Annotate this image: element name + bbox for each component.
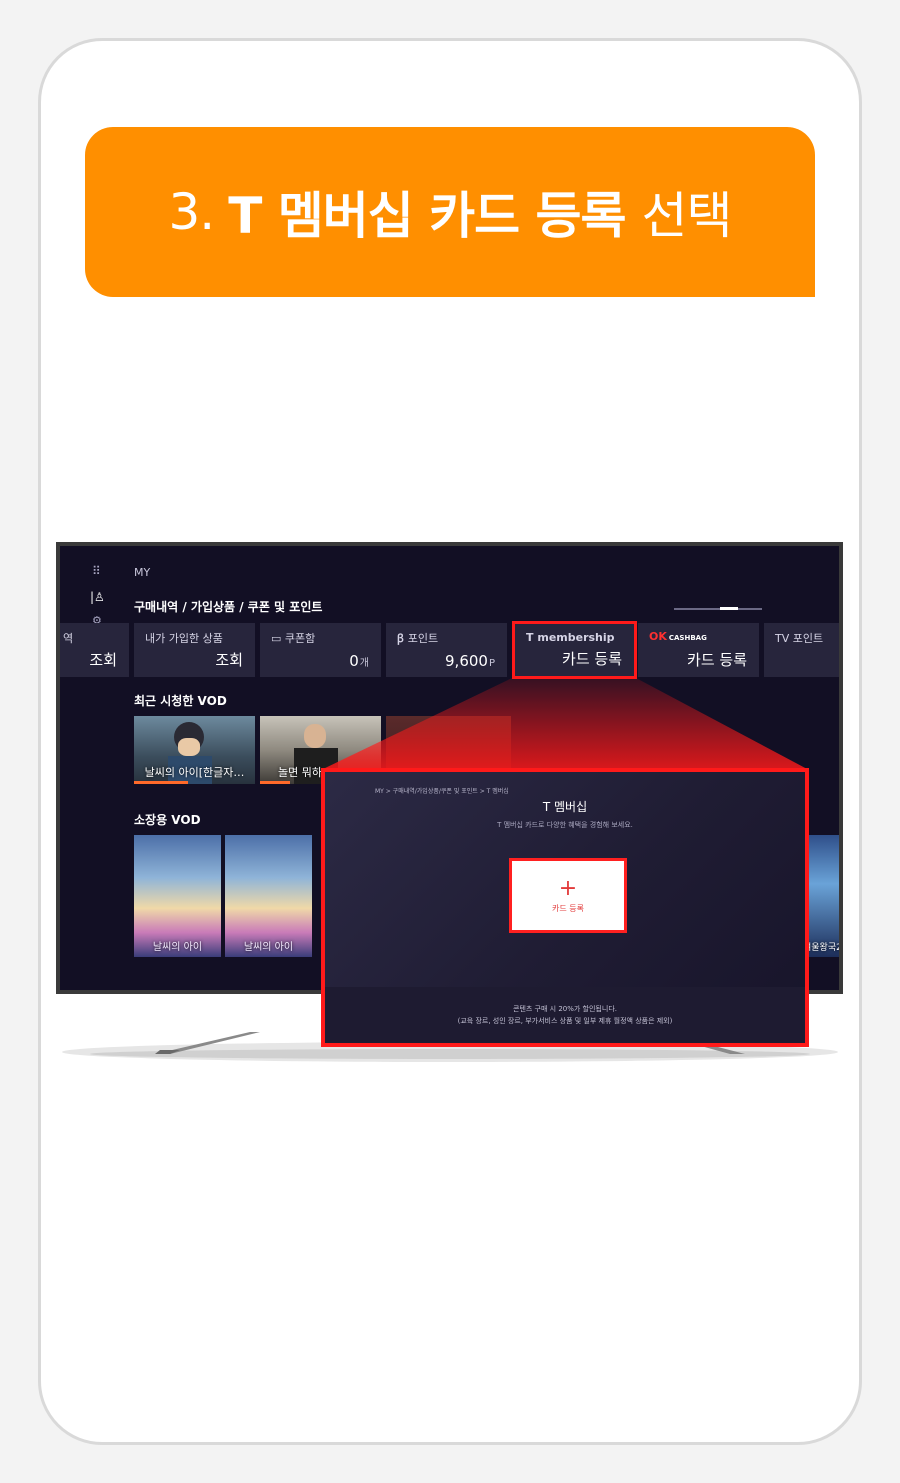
tile-subscribed[interactable]: 내가 가입한 상품 조회: [134, 623, 255, 677]
section-recent-vod: 최근 시청한 VOD: [134, 694, 227, 708]
page-header: MY: [134, 566, 151, 579]
progress-bar: [260, 781, 291, 784]
recent-vod-1[interactable]: 날씨의 아이[한글자…: [134, 716, 255, 784]
tile-coupon[interactable]: ▭ 쿠폰함 0개: [260, 623, 381, 677]
tile-ok-cashbag[interactable]: OK CASHBAG 카드 등록: [638, 623, 759, 677]
t-membership-popup: MY > 구매내역/가입상품/쿠폰 및 포인트 > T 멤버십 T 멤버십 T …: [321, 768, 809, 1047]
tile-t-membership[interactable]: T membership 카드 등록: [512, 621, 637, 679]
step-banner: 3. T 멤버십 카드 등록 선택: [85, 127, 815, 297]
tile-tv-point[interactable]: TV 포인트: [764, 623, 839, 677]
breadcrumb: MY > 구매내역/가입상품/쿠폰 및 포인트 > T 멤버십: [375, 788, 509, 795]
section-purchase: 구매내역 / 가입상품 / 쿠폰 및 포인트: [134, 600, 323, 614]
owned-vod-2[interactable]: 날씨의 아이: [225, 835, 312, 957]
user-icon[interactable]: |♙: [90, 590, 105, 604]
add-card-label: 카드 등록: [552, 903, 584, 913]
popup-title: T 멤버십: [542, 800, 588, 814]
b-point-icon: ꞵ: [397, 632, 408, 645]
popup-subtitle: T 멤버십 카드로 다양한 혜택을 경험해 보세요.: [497, 821, 633, 829]
ok-logo-icon: OK: [649, 630, 667, 643]
t-logo-icon: T: [526, 631, 534, 644]
coupon-icon: ▭: [271, 632, 285, 645]
add-card-button[interactable]: + 카드 등록: [509, 858, 627, 933]
tile-point[interactable]: ꞵ 포인트 9,600P: [386, 623, 507, 677]
page-indicator: [674, 607, 762, 610]
plus-icon: +: [558, 875, 578, 901]
step-number: 3.: [168, 183, 215, 241]
step-highlight: T 멤버십 카드 등록: [228, 187, 626, 245]
apps-icon[interactable]: ⠿: [92, 564, 101, 578]
progress-bar: [134, 781, 189, 784]
tile-history[interactable]: 역 조회: [60, 623, 129, 677]
step-suffix: 선택: [641, 187, 733, 245]
section-owned-vod: 소장용 VOD: [134, 813, 201, 827]
popup-footer: 콘텐츠 구매 시 20%가 할인됩니다. (교육 장르, 성인 장르, 부가서비…: [325, 987, 805, 1043]
owned-vod-1[interactable]: 날씨의 아이: [134, 835, 221, 957]
